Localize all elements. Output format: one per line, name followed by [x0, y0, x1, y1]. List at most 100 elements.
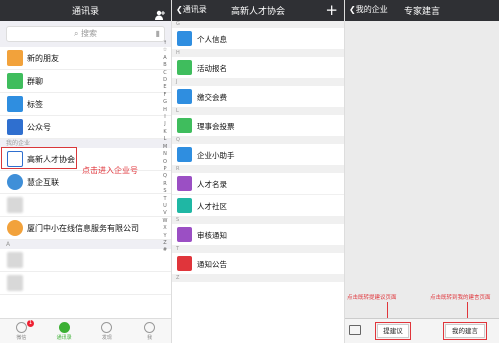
company-avatar: [7, 220, 23, 236]
index-letter[interactable]: I: [162, 114, 168, 121]
index-letter[interactable]: T: [162, 196, 168, 203]
app-list: G 个人信息 H 活动报名 J 缴交会费 L 理事会投票 Q 企业小助手 R 人才名录 人才社区 S 审核通…: [172, 21, 344, 282]
id-card-icon: [177, 31, 192, 46]
highlight-box: [443, 322, 487, 340]
keyboard-icon[interactable]: [349, 325, 361, 335]
index-letter[interactable]: H: [162, 107, 168, 114]
compass-icon: [101, 322, 113, 333]
index-letter[interactable]: ↑: [162, 40, 168, 47]
person-icon: [144, 322, 156, 333]
bottom-tab-bar: 微信 1 通讯录 发现 我: [0, 318, 171, 343]
group-header: H: [172, 50, 344, 57]
payment-icon: [177, 89, 192, 104]
index-letter[interactable]: M: [162, 144, 168, 151]
app-item[interactable]: 通知公告: [172, 253, 344, 275]
page-title: 通讯录: [71, 7, 99, 17]
group-header: G: [172, 21, 344, 28]
index-letter[interactable]: Y: [162, 233, 168, 240]
activity-icon: [177, 60, 192, 75]
talent-list-icon: [177, 176, 192, 191]
bottom-menu-bar: 提建议 我的建言: [345, 318, 499, 343]
contact-item-new-friends[interactable]: 新的朋友: [0, 47, 171, 70]
app-item[interactable]: 人才名录: [172, 173, 344, 195]
index-letter[interactable]: O: [162, 159, 168, 166]
search-input[interactable]: ⌕ 搜索 ▮: [6, 26, 165, 42]
group-header: J: [172, 79, 344, 86]
group-header: T: [172, 246, 344, 253]
index-letter[interactable]: #: [162, 247, 168, 254]
unread-badge: 1: [27, 320, 34, 327]
avatar: [7, 275, 23, 291]
section-header-enterprise: 我的企业: [0, 139, 171, 148]
index-letter[interactable]: N: [162, 151, 168, 158]
index-letter[interactable]: Q: [162, 173, 168, 180]
plus-icon[interactable]: +: [325, 0, 338, 21]
tab-me[interactable]: 我: [128, 319, 171, 343]
tab-contacts[interactable]: 通讯录: [43, 319, 86, 343]
alphabet-index[interactable]: ↑ ☆ A B C D E F G H I J K L M N O P Q R S T U V W X Y Z #: [162, 40, 168, 255]
avatar: [7, 197, 23, 213]
assistant-icon: [177, 147, 192, 162]
group-header: R: [172, 166, 344, 173]
index-letter[interactable]: V: [162, 210, 168, 217]
community-icon: [177, 198, 192, 213]
highlight-box: [375, 322, 411, 340]
official-account-icon: [7, 119, 23, 135]
page-title: 专家建言: [403, 7, 440, 17]
index-letter[interactable]: G: [162, 99, 168, 106]
page-title: 高新人才协会: [230, 7, 285, 17]
index-letter[interactable]: X: [162, 225, 168, 232]
arrow-right: [467, 302, 468, 319]
contact-item-tags[interactable]: 标签: [0, 93, 171, 116]
add-friend-icon: [7, 50, 23, 66]
index-letter[interactable]: S: [162, 188, 168, 195]
index-letter[interactable]: E: [162, 84, 168, 91]
app-item[interactable]: 企业小助手: [172, 144, 344, 166]
app-item[interactable]: 人才社区: [172, 195, 344, 217]
index-letter[interactable]: Z: [162, 240, 168, 247]
tab-wechat[interactable]: 微信 1: [0, 319, 43, 343]
index-letter[interactable]: F: [162, 92, 168, 99]
index-letter[interactable]: J: [162, 121, 168, 128]
index-letter[interactable]: L: [162, 136, 168, 143]
index-letter[interactable]: K: [162, 129, 168, 136]
vote-icon: [177, 118, 192, 133]
expert-advice-panel: ❮我的企业 专家建言 点击既转提建议页面 点击既转到我的建言页面 提建议 我的建…: [345, 0, 499, 343]
group-header: Q: [172, 137, 344, 144]
section-header-a: A: [0, 240, 171, 249]
group-chat-icon: [7, 73, 23, 89]
index-letter[interactable]: C: [162, 70, 168, 77]
expert-top-bar: ❮我的企业 专家建言: [345, 0, 499, 21]
tab-discover[interactable]: 发现: [86, 319, 129, 343]
app-item[interactable]: 理事会投票: [172, 115, 344, 137]
index-letter[interactable]: B: [162, 62, 168, 69]
annotation-right: 点击既转到我的建言页面: [430, 295, 491, 301]
annotation-left: 点击既转提建议页面: [347, 295, 397, 301]
announcement-icon: [177, 256, 192, 271]
app-item[interactable]: 活动报名: [172, 57, 344, 79]
index-letter[interactable]: P: [162, 166, 168, 173]
index-letter[interactable]: U: [162, 203, 168, 210]
chat-icon: [15, 322, 27, 333]
contact-row-company[interactable]: 厦门中小在线信息服务有限公司: [0, 217, 171, 240]
index-letter[interactable]: W: [162, 218, 168, 225]
index-letter[interactable]: D: [162, 77, 168, 84]
avatar: [7, 252, 23, 268]
add-contact-icon[interactable]: [155, 5, 165, 20]
app-item[interactable]: 缴交会费: [172, 86, 344, 108]
contact-item-official-accounts[interactable]: 公众号: [0, 116, 171, 139]
index-letter[interactable]: A: [162, 55, 168, 62]
review-icon: [177, 227, 192, 242]
contact-row-blurred[interactable]: [0, 249, 171, 272]
app-item[interactable]: 审核通知: [172, 224, 344, 246]
microphone-icon[interactable]: ▮: [156, 27, 160, 41]
index-letter[interactable]: ☆: [162, 47, 168, 54]
group-header: S: [172, 217, 344, 224]
contact-item-group-chat[interactable]: 群聊: [0, 70, 171, 93]
contact-row-blurred[interactable]: [0, 272, 171, 295]
contact-row-blurred[interactable]: [0, 194, 171, 217]
app-item[interactable]: 个人信息: [172, 28, 344, 50]
group-header: Z: [172, 275, 344, 282]
enterprise-panel: ❮通讯录 高新人才协会 + G 个人信息 H 活动报名 J 缴交会费 L 理事会投票 Q 企业小助…: [172, 0, 345, 343]
index-letter[interactable]: R: [162, 181, 168, 188]
